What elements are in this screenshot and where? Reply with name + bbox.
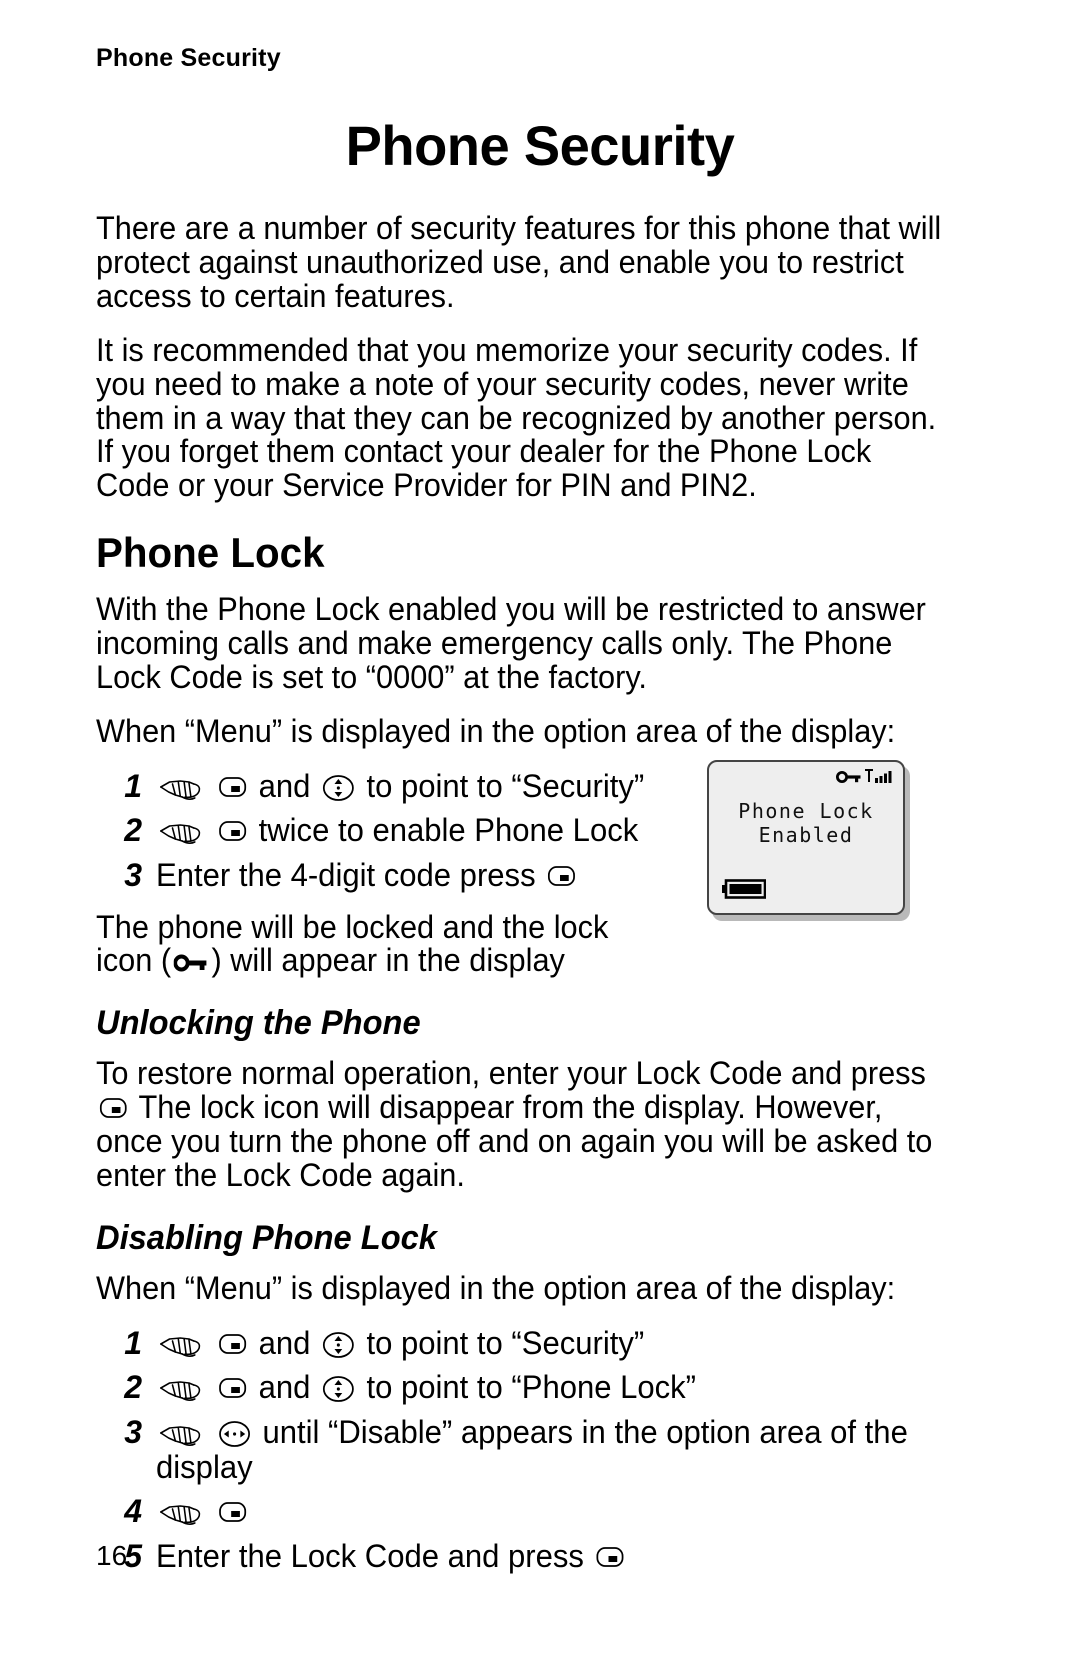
step-lead-text: Enter the 4-digit code press [156,856,536,893]
hand-icon [159,1499,204,1525]
navkey-vertical-icon [322,774,355,802]
step-connector-text: and [258,1324,311,1361]
softkey-icon [218,1497,247,1527]
step-number: 2 [124,1369,142,1406]
list-item: 4 [96,1494,984,1529]
phone-screen-illustration: Phone Lock Enabled [707,760,905,915]
page-title: Phone Security [345,114,735,177]
softkey-icon [218,1373,247,1403]
step-number: 3 [124,1413,142,1450]
step-number: 1 [124,1324,142,1361]
step-tail-text: until “Disable” appears in the option ar… [156,1413,908,1485]
list-item: 5 Enter the Lock Code and press [96,1537,984,1574]
signal-strength-icon [864,768,894,788]
lock-icon [173,946,209,972]
step-number: 2 [124,812,142,849]
hand-icon [159,818,204,845]
hand-icon [159,1375,204,1402]
hand-icon [159,1331,204,1357]
subsection-heading-unlocking: Unlocking the Phone [96,1004,421,1043]
navkey-vertical-icon [322,1331,355,1359]
softkey-icon [547,861,576,891]
hand-icon [159,1420,204,1446]
closing-text-after: ) will appear in the display [211,942,565,979]
step-text: Enter the Lock Code and press [156,1537,959,1574]
phone-lock-paragraph: With the Phone Lock enabled you will be … [96,591,926,696]
disabling-steps: 1 and to point to “Security” 2 and to po… [96,1326,984,1573]
step-text [156,1494,959,1529]
step-number: 1 [124,767,142,804]
step-text: and to point to “Security” [156,1326,959,1361]
step-number: 4 [124,1493,142,1530]
phone-screen-line-2: Enabled [758,822,854,847]
step-lead-text: Enter the Lock Code and press [156,1537,584,1574]
lock-icon [836,769,862,788]
step-tail-text: to point to “Security” [366,1324,645,1361]
softkey-icon [99,1093,128,1123]
phone-screen-message: Phone Lock Enabled [709,799,903,847]
unlocking-text-before: To restore normal operation, enter your … [96,1055,926,1092]
step-tail-text: to point to “Phone Lock” [366,1369,697,1406]
list-item: 1 and to point to “Security” [96,1326,984,1361]
running-head: Phone Security [96,44,281,72]
unlocking-paragraph: To restore normal operation, enter your … [96,1055,948,1194]
step-number: 3 [124,856,142,893]
navkey-vertical-icon [322,1375,355,1403]
softkey-icon [218,816,247,846]
phone-lock-closing-paragraph: The phone will be locked and the lock ic… [96,910,672,979]
step-text: until “Disable” appears in the option ar… [156,1415,959,1484]
hand-icon [159,774,204,800]
section-heading-phone-lock: Phone Lock [96,529,325,577]
phone-screen-status-bar [836,768,894,788]
phone-screen-line-1: Phone Lock [738,799,874,823]
intro-paragraph-1: There are a number of security features … [96,210,942,314]
softkey-icon [595,1542,624,1572]
step-text: and to point to “Phone Lock” [156,1370,959,1405]
softkey-icon [218,772,247,802]
list-item: 3 until “Disable” appears in the option … [96,1415,984,1484]
document-page: Phone Security Phone Security There are … [0,0,1080,1667]
unlocking-text-after: The lock icon will disappear from the di… [96,1089,933,1194]
subsection-heading-disabling: Disabling Phone Lock [96,1218,437,1257]
list-item: 2 and to point to “Phone Lock” [96,1370,984,1405]
step-tail-text: twice to enable Phone Lock [258,812,639,849]
disabling-lead-in: When “Menu” is displayed in the option a… [96,1269,896,1306]
softkey-icon [218,1329,247,1359]
step-connector-text: and [258,767,311,804]
navkey-horizontal-icon [218,1420,251,1448]
battery-full-icon [722,879,767,903]
phone-lock-lead-in: When “Menu” is displayed in the option a… [96,712,896,749]
intro-paragraph-2: It is recommended that you memorize your… [96,331,937,504]
step-connector-text: and [258,1369,311,1406]
page-number: 16 [96,1540,128,1571]
step-tail-text: to point to “Security” [366,767,645,804]
